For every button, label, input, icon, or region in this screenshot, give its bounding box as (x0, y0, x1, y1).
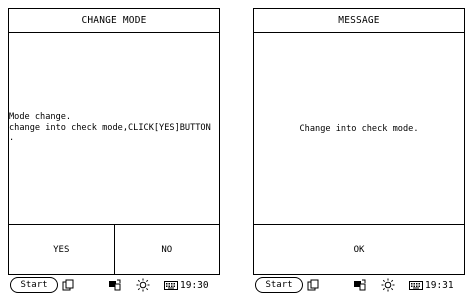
message-screen: MESSAGE Change into check mode. OK Start… (253, 8, 465, 295)
brightness-icon[interactable] (381, 278, 395, 292)
dialog-title: CHANGE MODE (9, 9, 219, 33)
connection-icon[interactable] (353, 279, 367, 291)
dialog-message: Mode change. change into check mode,CLIC… (9, 112, 211, 144)
window-switch-icon[interactable] (62, 279, 74, 291)
keyboard-icon[interactable] (164, 280, 178, 290)
message-dialog: MESSAGE Change into check mode. OK (253, 8, 465, 275)
start-button[interactable]: Start (10, 277, 58, 293)
dialog-title: MESSAGE (254, 9, 464, 33)
dialog-button-row: YES NO (9, 225, 219, 274)
change-mode-screen: CHANGE MODE Mode change. change into che… (8, 8, 220, 295)
change-mode-dialog: CHANGE MODE Mode change. change into che… (8, 8, 220, 275)
yes-button[interactable]: YES (9, 225, 114, 274)
message-line-3: . (9, 133, 15, 143)
dialog-title-text: CHANGE MODE (81, 15, 147, 26)
ok-button[interactable]: OK (254, 225, 464, 274)
clock: 19:30 (180, 279, 209, 291)
no-button[interactable]: NO (113, 225, 219, 274)
dialog-content: Mode change. change into check mode,CLIC… (9, 34, 219, 225)
keyboard-icon[interactable] (409, 280, 423, 290)
taskbar: Start 19:30 (8, 275, 220, 295)
dialog-content: Change into check mode. (254, 34, 464, 225)
message-line-1: Mode change. (9, 112, 72, 122)
message-line-2: change into check mode,CLICK[YES]BUTTON (9, 122, 211, 133)
taskbar: Start 19:31 (253, 275, 465, 295)
clock: 19:31 (425, 279, 454, 291)
window-switch-icon[interactable] (307, 279, 319, 291)
dialog-message: Change into check mode. (299, 124, 419, 134)
dialog-button-row: OK (254, 225, 464, 274)
start-button[interactable]: Start (255, 277, 303, 293)
dialog-title-text: MESSAGE (338, 15, 380, 26)
connection-icon[interactable] (108, 279, 122, 291)
brightness-icon[interactable] (136, 278, 150, 292)
